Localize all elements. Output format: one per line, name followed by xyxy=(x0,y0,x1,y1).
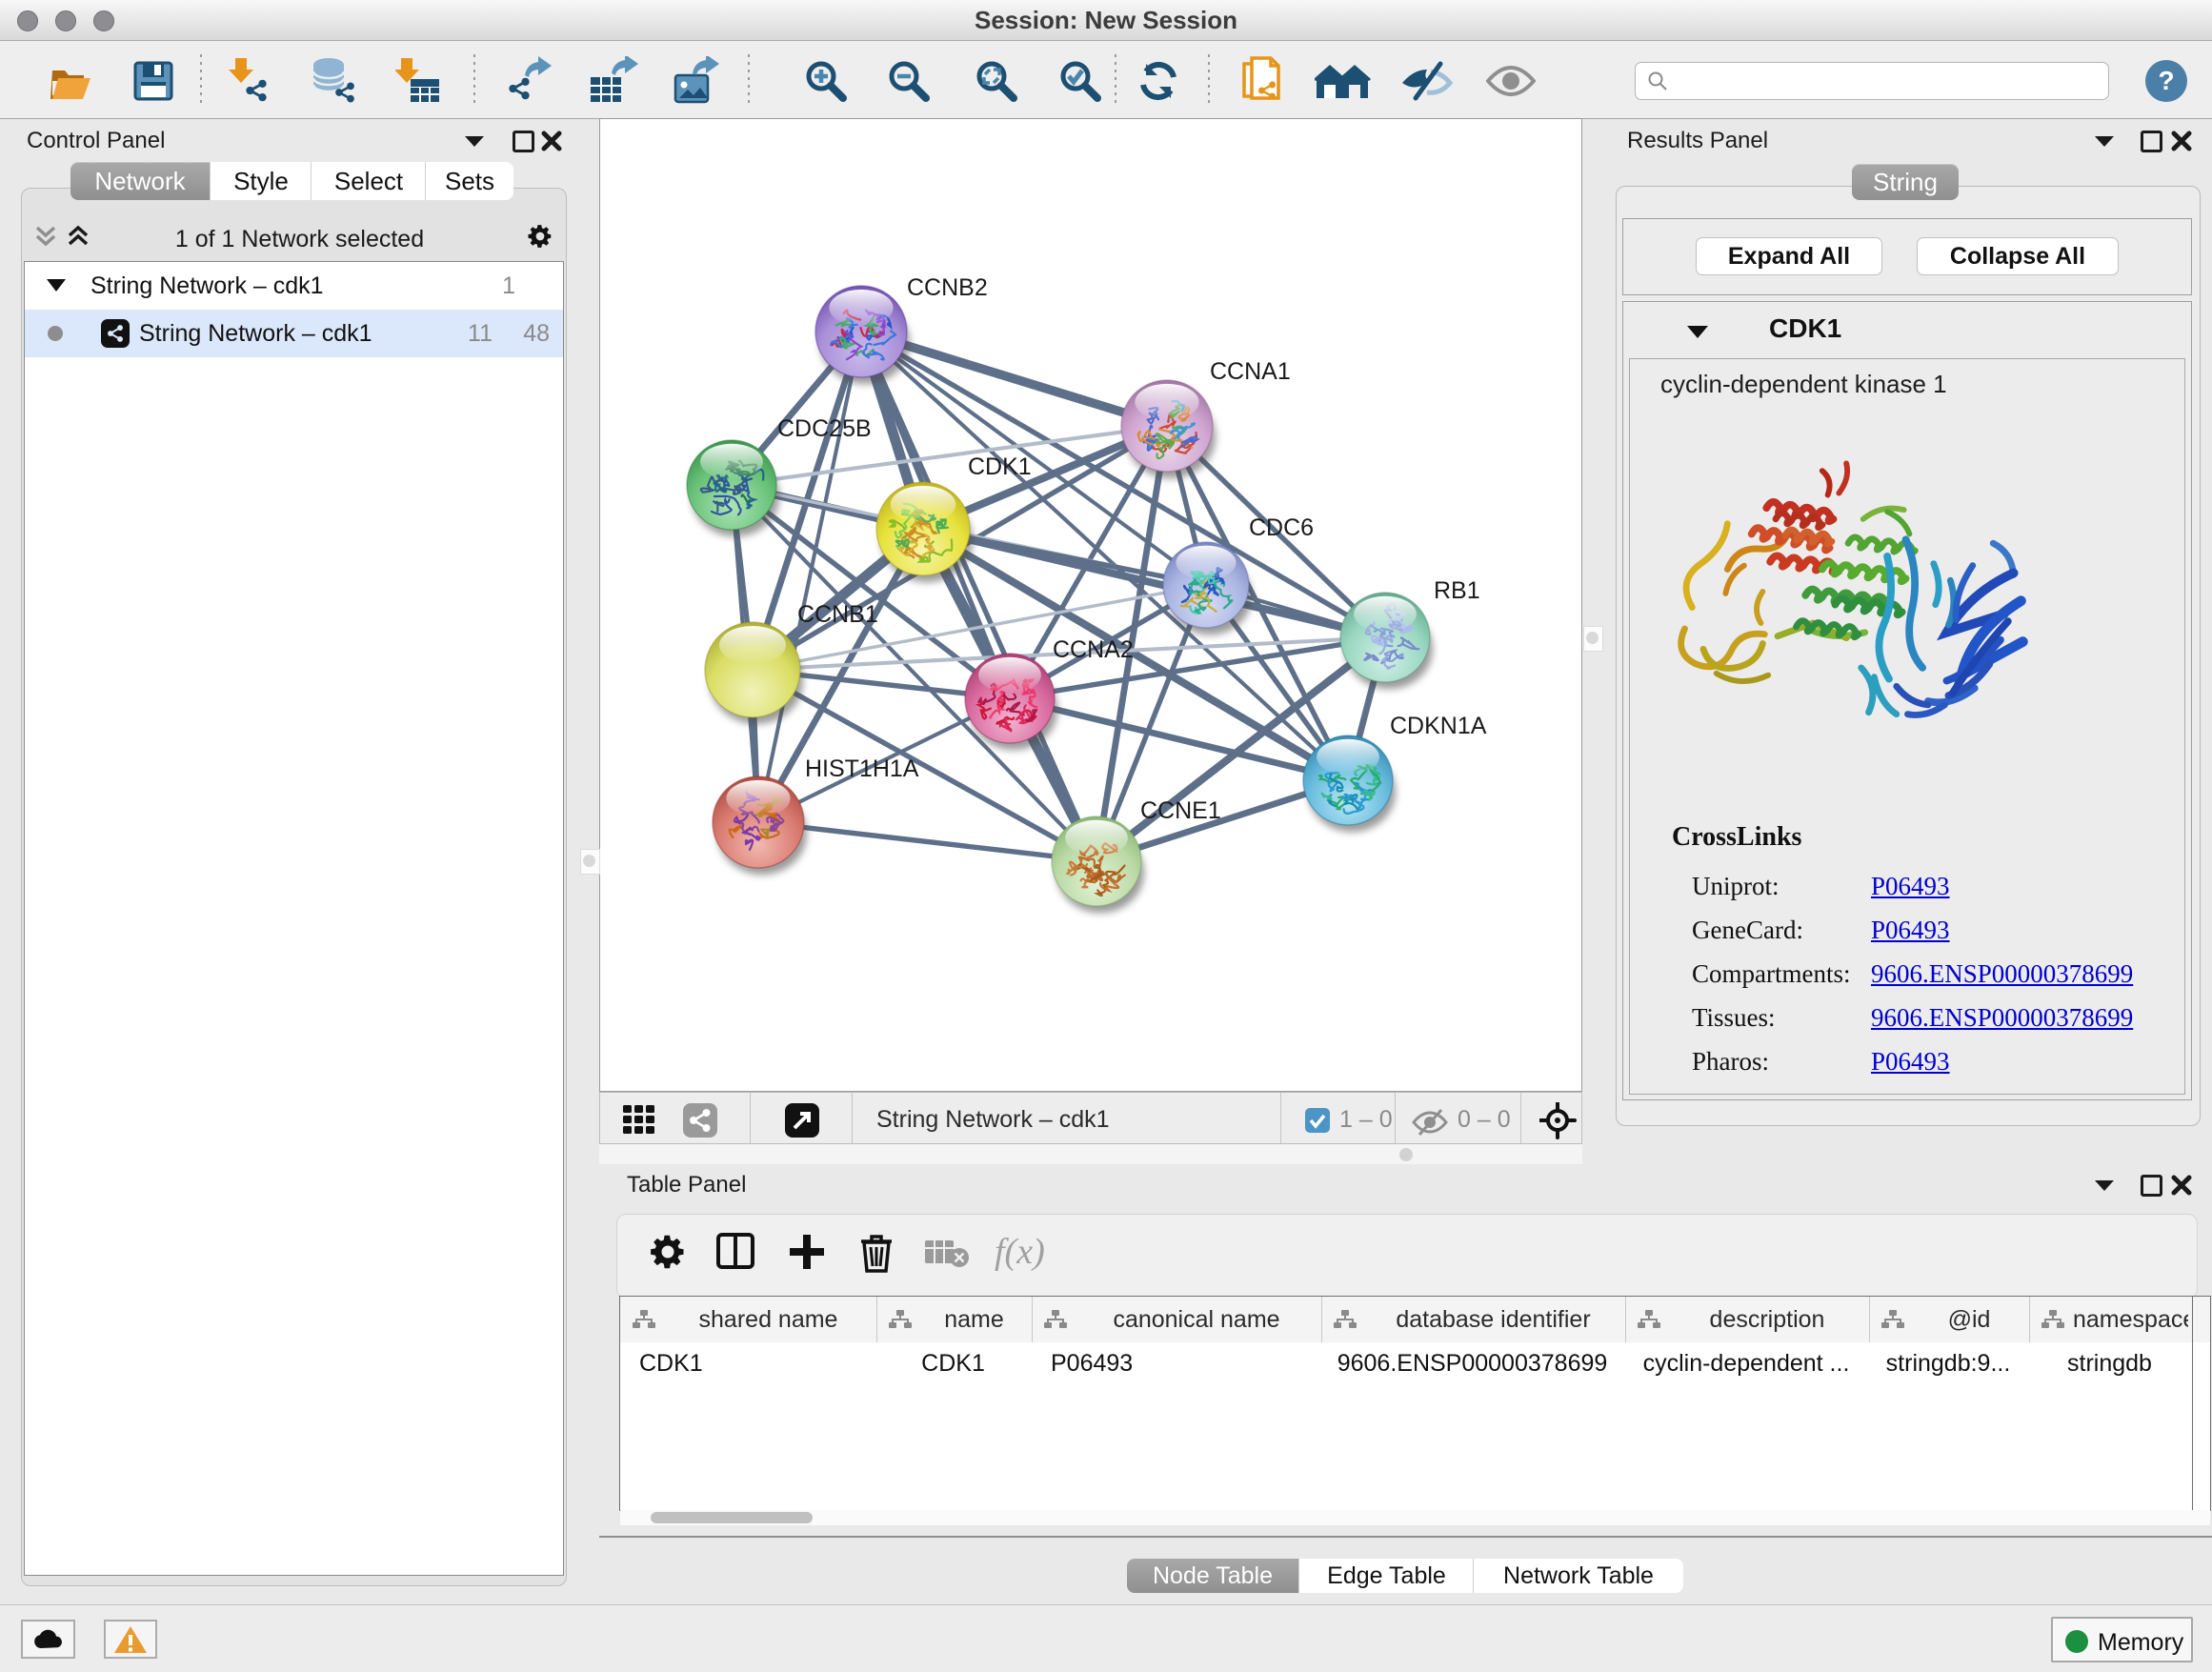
svg-text:CDC6: CDC6 xyxy=(1249,514,1314,541)
svg-text:CDK1: CDK1 xyxy=(968,453,1032,480)
svg-text:CCNA2: CCNA2 xyxy=(1053,636,1134,663)
svg-text:RB1: RB1 xyxy=(1434,577,1480,604)
svg-text:CCNB2: CCNB2 xyxy=(907,274,988,301)
svg-text:CCNA1: CCNA1 xyxy=(1210,358,1291,385)
svg-text:CDKN1A: CDKN1A xyxy=(1390,713,1487,739)
svg-text:CCNB1: CCNB1 xyxy=(797,601,878,628)
svg-text:HIST1H1A: HIST1H1A xyxy=(805,755,919,782)
svg-text:CCNE1: CCNE1 xyxy=(1140,797,1221,824)
svg-text:CDC25B: CDC25B xyxy=(777,415,872,442)
svg-text:?: ? xyxy=(2158,66,2174,95)
